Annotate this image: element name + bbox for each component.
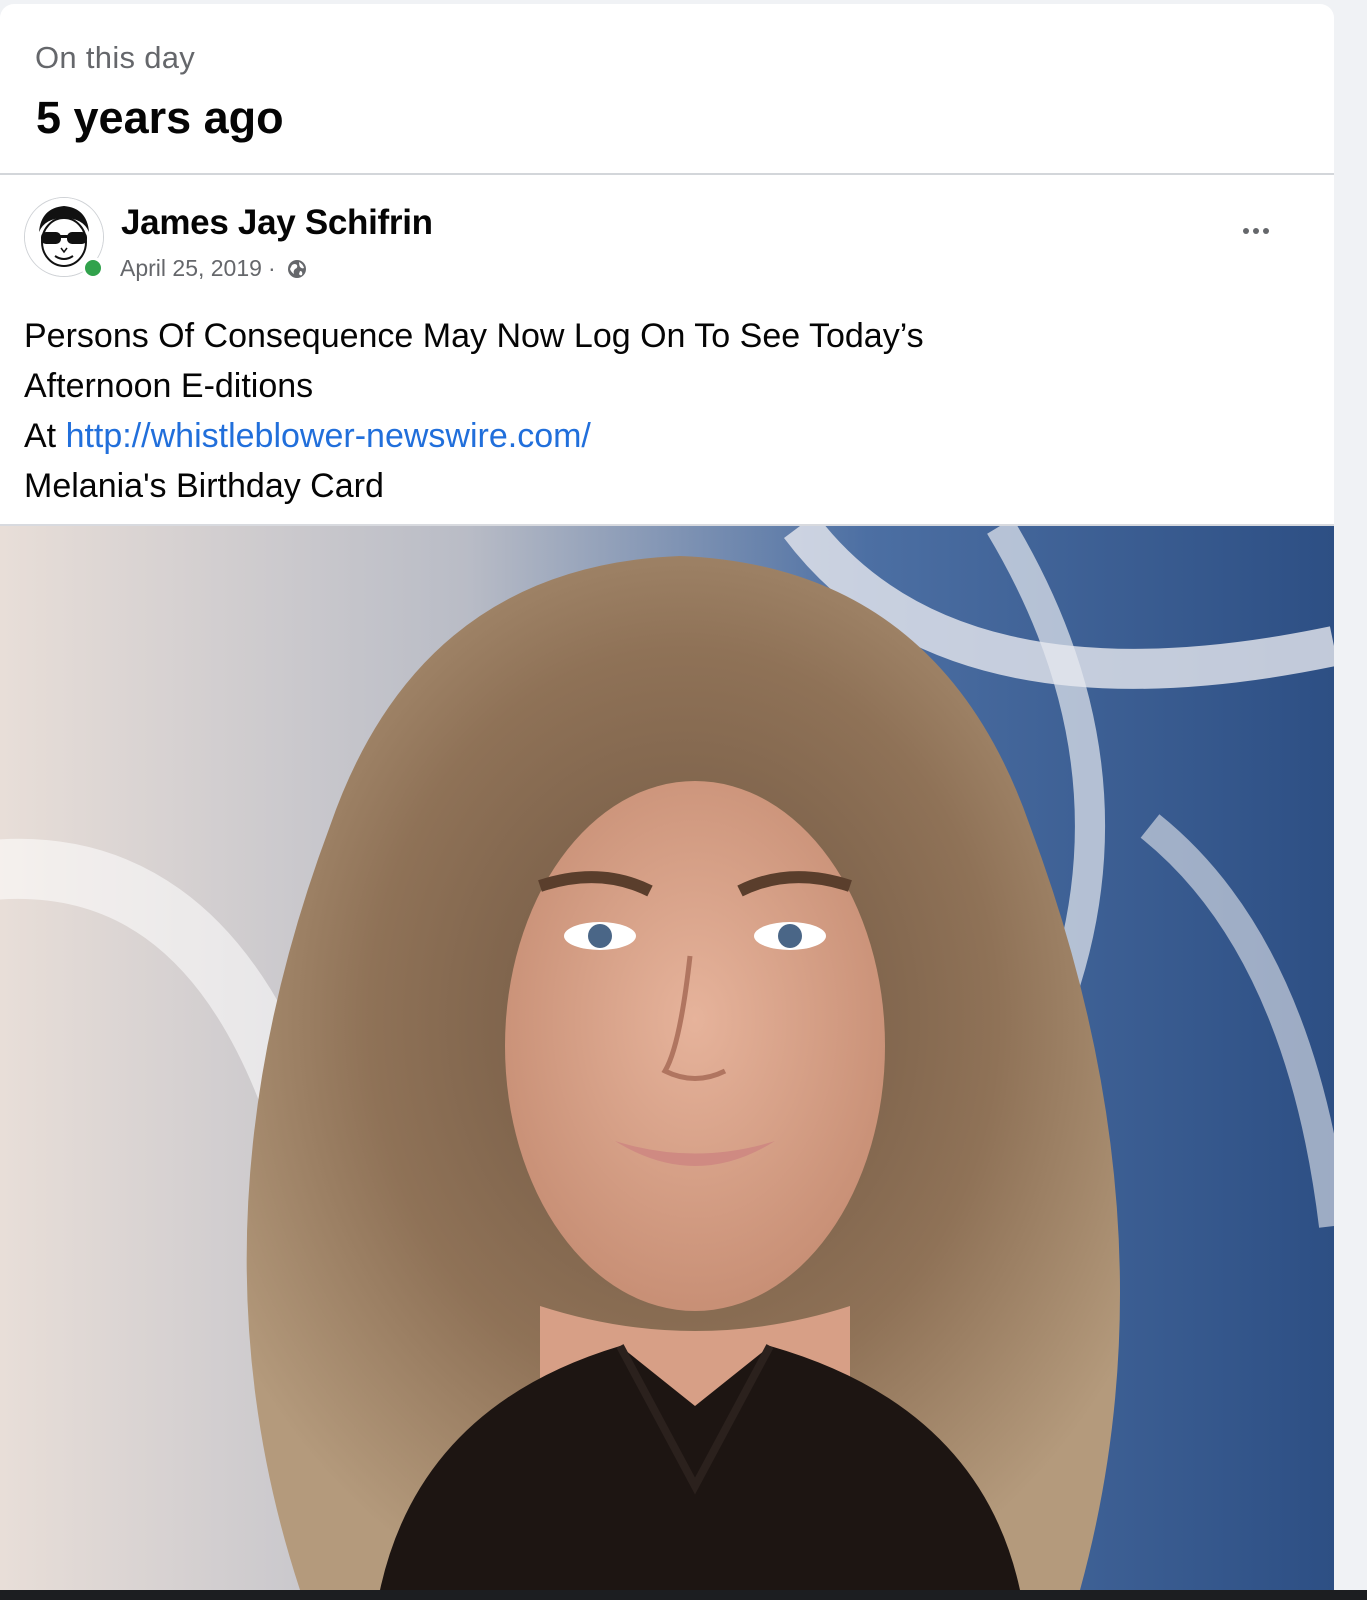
post-link[interactable]: http://whistleblower-newswire.com/	[66, 417, 591, 455]
memory-card: On this day 5 years ago James Jay Schifr…	[0, 4, 1334, 1592]
more-options-icon	[1243, 228, 1249, 234]
author-name[interactable]: James Jay Schifrin	[121, 203, 433, 243]
post-photo[interactable]	[0, 524, 1334, 1590]
memory-title: 5 years ago	[36, 92, 284, 143]
meta-separator: ·	[267, 255, 276, 281]
more-options-button[interactable]	[1234, 219, 1278, 243]
online-status-dot	[82, 257, 104, 279]
memory-header: On this day 5 years ago	[0, 4, 1334, 175]
post-text-prefix: At	[24, 417, 66, 455]
post-header: James Jay Schifrin April 25, 2019 ·	[0, 175, 1334, 285]
post-text-line: Melania's Birthday Card	[24, 467, 384, 505]
globe-icon	[287, 259, 306, 278]
post-meta: April 25, 2019 ·	[120, 255, 308, 282]
bottom-edge-bar	[0, 1590, 1367, 1600]
memory-eyebrow: On this day	[35, 40, 196, 75]
portrait-photo	[0, 526, 1334, 1590]
post-text-line: Afternoon E-ditions	[24, 367, 314, 405]
post-date[interactable]: April 25, 2019	[120, 255, 262, 282]
post-text-line: At http://whistleblower-newswire.com/	[24, 411, 1310, 461]
post-text-line: Persons Of Consequence May Now Log On To…	[24, 317, 924, 355]
post-text: Persons Of Consequence May Now Log On To…	[0, 311, 1334, 521]
